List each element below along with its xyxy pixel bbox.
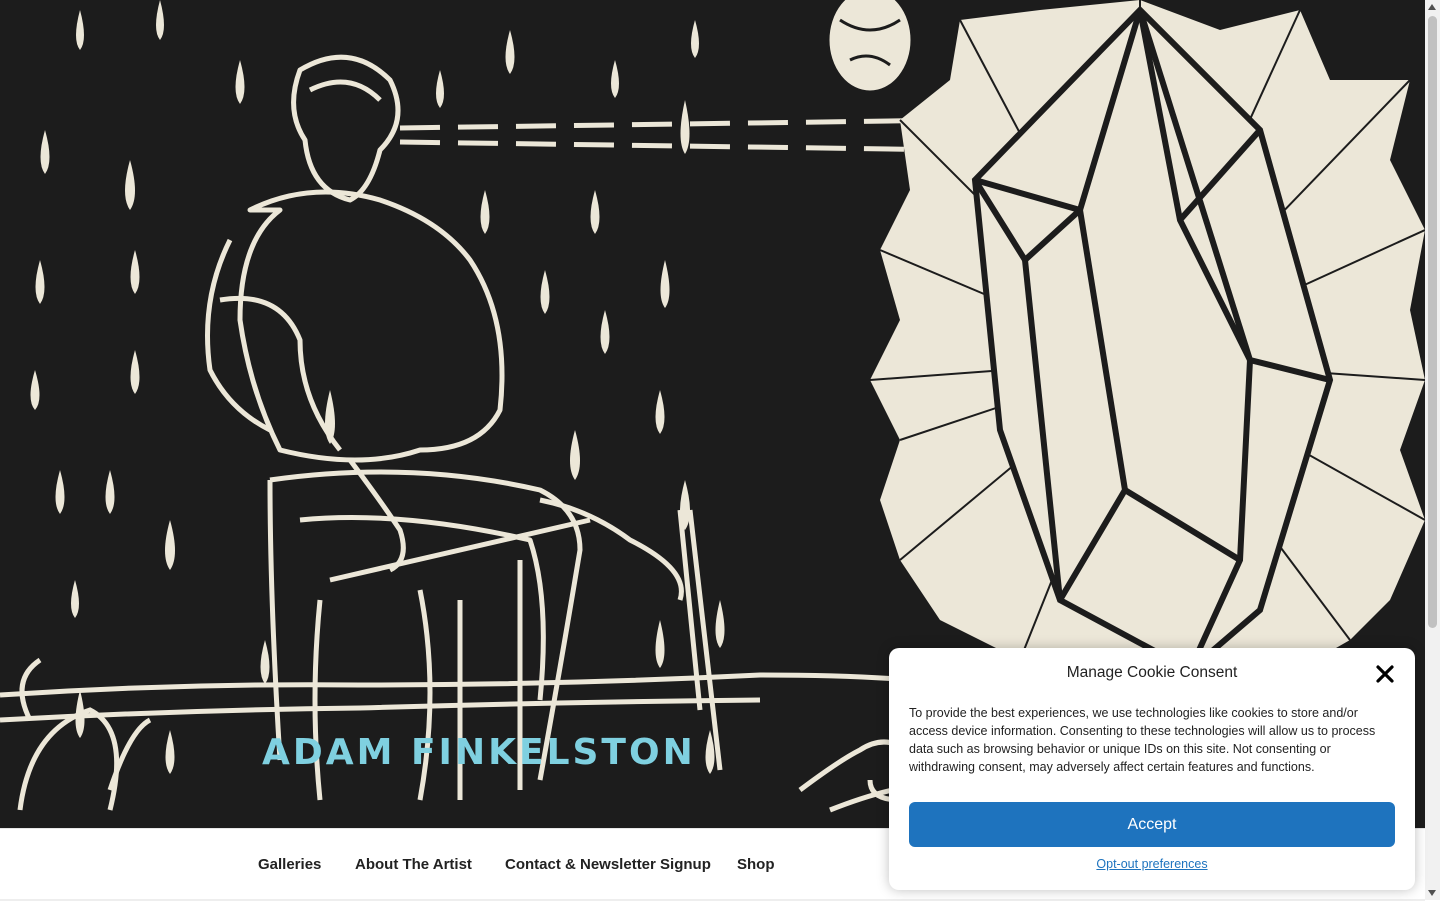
- close-icon[interactable]: [1375, 664, 1395, 684]
- site-title[interactable]: ADAM FINKELSTON: [262, 732, 696, 773]
- nav-item-contact-newsletter-signup[interactable]: Contact & Newsletter Signup: [505, 856, 711, 873]
- cookie-dialog-body: To provide the best experiences, we use …: [909, 706, 1376, 774]
- scroll-thumb[interactable]: [1428, 16, 1437, 628]
- accept-button[interactable]: Accept: [909, 802, 1395, 847]
- cookie-dialog-title: Manage Cookie Consent: [1066, 664, 1238, 681]
- opt-out-preferences-link[interactable]: Opt-out preferences: [889, 857, 1415, 871]
- nav-item-galleries[interactable]: Galleries: [258, 856, 321, 873]
- cookie-consent-dialog: Manage Cookie Consent To provide the bes…: [889, 648, 1415, 890]
- scroll-down-arrow-icon[interactable]: [1428, 890, 1436, 896]
- nav-item-about-the-artist[interactable]: About The Artist: [355, 856, 472, 873]
- nav-item-shop[interactable]: Shop: [737, 856, 775, 873]
- page-scrollbar[interactable]: [1425, 0, 1440, 900]
- scroll-up-arrow-icon[interactable]: [1428, 4, 1436, 10]
